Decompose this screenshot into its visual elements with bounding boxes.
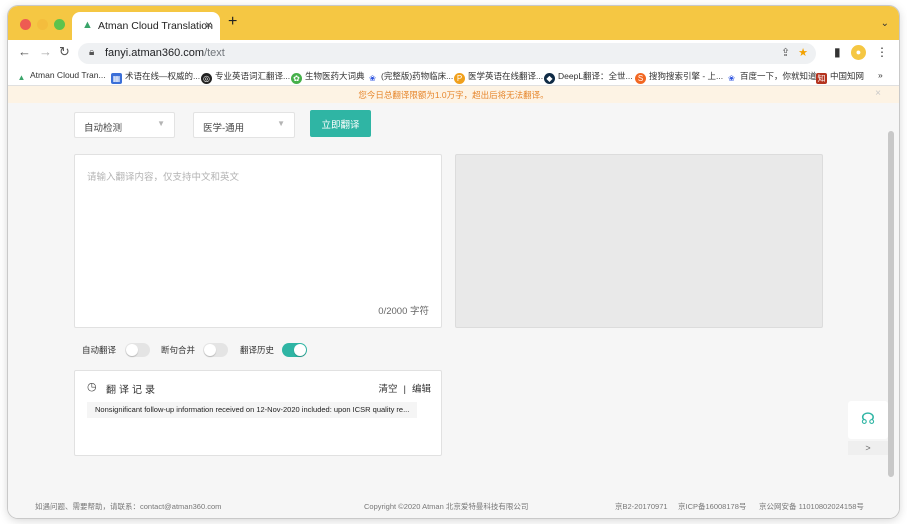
bookmark-star-icon[interactable]: ★ [798, 47, 808, 59]
bookmark-item[interactable]: ▦ 术语在线—权威的... [111, 70, 200, 84]
chevron-down-icon: ▼ [157, 119, 165, 128]
share-icon[interactable]: ⇪ [781, 47, 790, 59]
translation-history-switch[interactable] [282, 343, 307, 357]
source-language-value: 自动检测 [84, 123, 123, 134]
page-footer: 如遇问题、需要帮助，请联系：contact@atman360.com Copyr… [8, 496, 899, 518]
bookmark-item[interactable]: P 医学英语在线翻译... [454, 70, 543, 84]
lock-icon: 🔒︎ [89, 47, 95, 58]
profile-avatar[interactable]: ● [851, 45, 866, 60]
switch-knob [204, 344, 216, 356]
browser-toolbar: ← → ↻ 🔒︎ fanyi.atman360.com/text ⇪ ★ ▮ ● … [8, 40, 899, 66]
headset-icon[interactable]: ☊ [848, 401, 888, 439]
scrollbar-thumb[interactable] [888, 131, 894, 477]
reload-icon[interactable]: ↻ [59, 45, 70, 59]
bookmark-item[interactable]: ❀ 百度一下，你就知道 [726, 70, 816, 84]
translation-output-box [455, 154, 823, 328]
history-item[interactable]: Nonsignificant follow-up information rec… [87, 402, 417, 418]
translate-button[interactable]: 立即翻译 [310, 110, 371, 137]
sidebar-toggle-icon[interactable]: ▮ [834, 46, 841, 58]
chevron-right-icon[interactable]: > [848, 441, 888, 455]
edit-history-button[interactable]: 编辑 [412, 384, 431, 395]
back-arrow-icon[interactable]: ← [18, 45, 31, 59]
atman-icon: ▲ [82, 19, 93, 31]
forward-arrow-icon[interactable]: → [39, 45, 52, 59]
bookmark-item[interactable]: 知中国知网 [816, 70, 864, 84]
separator: | [403, 384, 406, 395]
globe-icon: ◎ [201, 73, 212, 84]
quota-notice: 您今日总翻译限额为1.0万字，超出后将无法翻译。 × [8, 86, 899, 103]
bookmark-item[interactable]: ◎ 专业英语词汇翻译... [201, 70, 290, 84]
sentence-merge-label: 断句合并 [161, 345, 196, 355]
footer-license-1: 京B2-20170971 [615, 502, 668, 511]
auto-translate-label: 自动翻译 [82, 345, 117, 355]
browser-window: ▲ Atman Cloud Translation × + ⌄ ← → ↻ 🔒︎… [8, 6, 899, 518]
auto-translate-switch[interactable] [125, 343, 150, 357]
bookmark-item[interactable]: ✿ 生物医药大词典 [291, 70, 365, 84]
sentence-merge-switch[interactable] [203, 343, 228, 357]
bookmarks-bar: ▲ Atman Cloud Tran... ▦ 术语在线—权威的... ◎ 专业英语词… [8, 66, 899, 86]
bookmark-item[interactable]: ▲ Atman Cloud Tran... [16, 70, 106, 83]
minimize-window-button[interactable] [37, 19, 48, 30]
history-clock-icon: ◷ [87, 381, 97, 393]
translation-history-label: 翻译历史 [240, 345, 275, 355]
maximize-window-button[interactable] [54, 19, 65, 30]
footer-contact: 如遇问题、需要帮助，请联系：contact@atman360.com [35, 502, 222, 511]
tab-strip: ▲ Atman Cloud Translation × + ⌄ [8, 6, 899, 40]
char-count: 0/2000 字符 [378, 306, 429, 317]
footer-license-3: 京公网安备 11010802024158号 [759, 502, 864, 511]
footer-license-2: 京ICP备16008178号 [678, 502, 747, 511]
switch-knob [294, 344, 306, 356]
page-content: 您今日总翻译限额为1.0万字，超出后将无法翻译。 × 自动检测 ▼ 医学-通用 … [8, 86, 899, 518]
domain-select[interactable]: 医学-通用 ▼ [193, 112, 295, 138]
baidu-paw-icon: ❀ [369, 74, 376, 83]
sogou-icon: S [635, 73, 646, 84]
atman-icon: ▲ [17, 73, 26, 82]
close-icon[interactable]: × [875, 88, 881, 99]
deepl-icon: ◆ [544, 73, 555, 84]
history-title: 翻译记录 [106, 385, 158, 396]
url-text: fanyi.atman360.com/text [105, 47, 225, 59]
bookmark-item[interactable]: S 搜狗搜索引擎 - 上... [635, 70, 723, 84]
history-panel: ◷ 翻译记录 清空 | 编辑 Nonsignificant follow-up in… [74, 370, 442, 456]
source-language-select[interactable]: 自动检测 ▼ [74, 112, 175, 138]
footer-copyright: Copyright ©2020 Atman 北京爱特曼科技有限公司 [364, 502, 529, 511]
bookmark-item[interactable]: ❀ (完整版)药物临床... [367, 70, 453, 84]
term-online-icon: ▦ [111, 73, 122, 84]
bookmark-item[interactable]: ◆ DeepL翻译：全世... [544, 70, 633, 84]
bookmarks-more-button[interactable]: » [878, 70, 883, 80]
close-window-button[interactable] [20, 19, 31, 30]
baidu-paw-icon: ❀ [728, 74, 735, 83]
switch-knob [126, 344, 138, 356]
new-tab-button[interactable]: + [228, 14, 237, 30]
menu-dots-icon[interactable]: ⋮ [876, 46, 888, 58]
source-text-input[interactable] [75, 155, 441, 327]
chevron-down-icon: ▼ [277, 119, 285, 128]
domain-value: 医学-通用 [203, 123, 245, 134]
tab-title: Atman Cloud Translation [98, 20, 213, 32]
notice-text: 您今日总翻译限额为1.0万字，超出后将无法翻译。 [358, 90, 549, 100]
cnki-icon: 知 [816, 73, 827, 84]
medical-translate-icon: P [454, 73, 465, 84]
page-scrollbar[interactable] [887, 103, 896, 518]
clear-history-button[interactable]: 清空 [379, 384, 398, 395]
support-widget: ☊ > [848, 401, 888, 456]
active-tab[interactable]: ▲ Atman Cloud Translation × [72, 12, 220, 40]
source-text-box: 0/2000 字符 [74, 154, 442, 328]
biomed-dict-icon: ✿ [291, 73, 302, 84]
address-bar[interactable]: 🔒︎ fanyi.atman360.com/text ⇪ ★ [78, 43, 816, 64]
chevron-down-icon[interactable]: ⌄ [881, 18, 889, 29]
close-tab-icon[interactable]: × [205, 18, 212, 32]
